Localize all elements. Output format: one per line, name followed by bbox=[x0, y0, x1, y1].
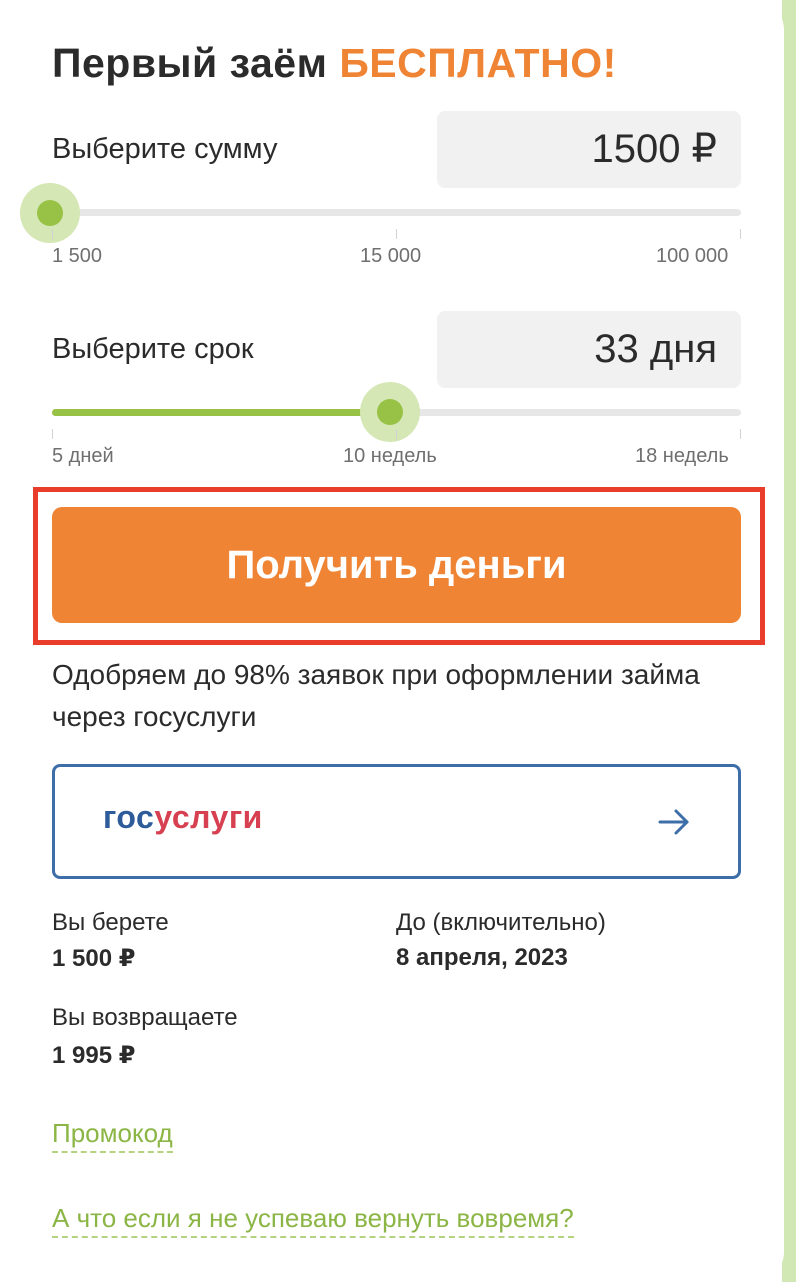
amount-value-field[interactable]: 1500 ₽ bbox=[437, 111, 741, 188]
late-payment-link[interactable]: А что если я не успеваю вернуть вовремя? bbox=[52, 1203, 574, 1238]
until-label: До (включительно) bbox=[396, 909, 606, 936]
title-accent: БЕСПЛАТНО! bbox=[339, 40, 617, 86]
approval-text: Одобряем до 98% заявок при оформлении за… bbox=[52, 659, 700, 732]
amount-tick-label-max: 100 000 bbox=[656, 245, 729, 267]
term-tick-mid bbox=[396, 429, 397, 439]
gosuslugi-logo: госуслуги bbox=[103, 799, 263, 836]
term-tick-max bbox=[740, 429, 741, 439]
return-value: 1 995 ₽ bbox=[52, 1042, 136, 1069]
term-slider-thumb[interactable] bbox=[359, 382, 420, 442]
amount-tick-max bbox=[740, 229, 741, 239]
term-tick-min bbox=[52, 429, 53, 439]
take-label: Вы берете bbox=[52, 909, 169, 936]
amount-tick-label-mid: 15 000 bbox=[360, 245, 422, 267]
arrow-right-icon bbox=[658, 809, 689, 835]
gosuslugi-button[interactable]: госуслуги bbox=[52, 764, 741, 879]
title-main: Первый заём bbox=[52, 40, 328, 86]
term-tick-label-max: 18 недель bbox=[635, 445, 729, 467]
take-value: 1 500 ₽ bbox=[52, 945, 136, 972]
term-label: Выберите срок bbox=[52, 333, 254, 365]
amount-slider-thumb[interactable] bbox=[20, 183, 80, 243]
amount-tick-label-min: 1 500 bbox=[52, 245, 103, 267]
term-tick-label-min: 5 дней bbox=[52, 445, 114, 467]
amount-label: Выберите сумму bbox=[52, 133, 278, 165]
term-tick-label-mid: 10 недель bbox=[343, 445, 437, 467]
gosuslugi-logo-part1: гос bbox=[103, 799, 155, 835]
page-title: Первый заём БЕСПЛАТНО! bbox=[52, 40, 617, 87]
amount-tick-min bbox=[52, 229, 53, 239]
term-slider-fill bbox=[52, 409, 390, 416]
term-value-field[interactable]: 33 дня bbox=[437, 311, 741, 388]
until-value: 8 апреля, 2023 bbox=[396, 944, 568, 971]
promo-code-link[interactable]: Промокод bbox=[52, 1118, 173, 1153]
amount-tick-mid bbox=[396, 229, 397, 239]
amount-slider-track[interactable] bbox=[52, 209, 741, 216]
gosuslugi-logo-part2: услуги bbox=[154, 799, 263, 835]
return-label: Вы возвращаете bbox=[52, 1004, 238, 1031]
get-money-button[interactable]: Получить деньги bbox=[52, 507, 741, 623]
